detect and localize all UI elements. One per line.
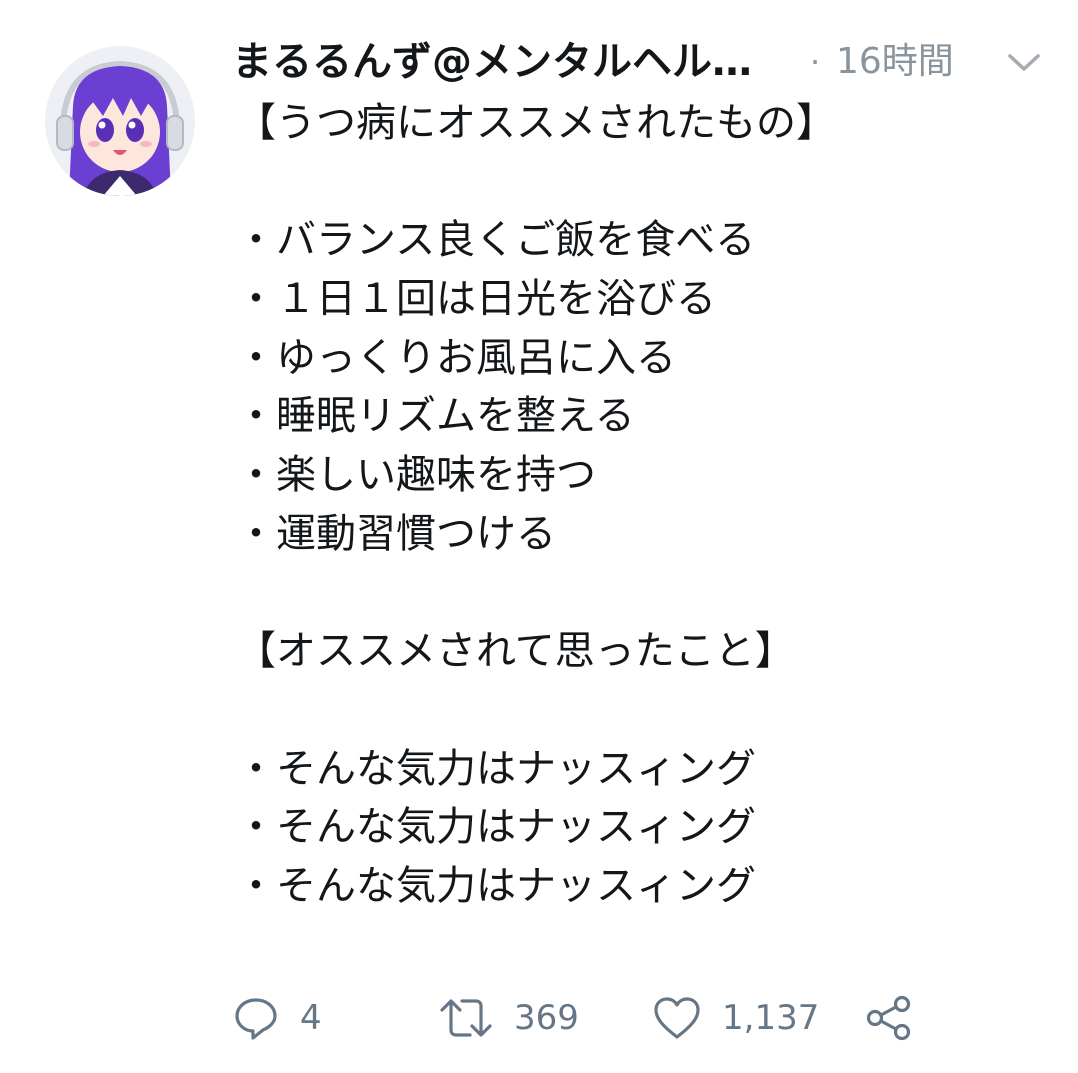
separator-dot: · [810, 43, 821, 81]
tweet-header: まるるんず@メンタルヘル… · 16時間 [232, 34, 1042, 90]
chevron-down-icon[interactable] [1004, 48, 1044, 76]
heart-icon [654, 997, 700, 1039]
reply-button[interactable]: 4 [232, 985, 322, 1051]
reply-icon [235, 998, 277, 1040]
tweet-line: 【オススメされて思ったこと】 [236, 628, 795, 675]
tweet-line: 【うつ病にオススメされたもの】 [236, 100, 836, 146]
like-button[interactable]: 1,137 [652, 985, 819, 1051]
tweet-line: ・睡眠リズムを整える [236, 393, 635, 440]
share-icon [866, 995, 911, 1041]
tweet-actions: 4 369 1,137 [0, 985, 1078, 1051]
retweet-icon [440, 999, 492, 1037]
retweet-count: 369 [514, 998, 579, 1038]
tweet-line: ・ゆっくりお風呂に入る [236, 334, 676, 381]
tweet-line: ・そんな気力はナッスィング [236, 862, 756, 909]
like-count: 1,137 [722, 998, 820, 1038]
tweet-line: ・１日１回は日光を浴びる [236, 276, 716, 323]
share-button[interactable] [864, 985, 914, 1051]
tweet-line: ・楽しい趣味を持つ [236, 452, 596, 499]
timestamp[interactable]: 16時間 [836, 34, 954, 90]
tweet-line: ・バランス良くご飯を食べる [236, 217, 756, 264]
tweet-text: 【うつ病にオススメされたもの】 ・バランス良くご飯を食べる ・１日１回は日光を浴… [236, 94, 1036, 916]
reply-count: 4 [300, 998, 322, 1038]
tweet-line: ・そんな気力はナッスィング [236, 804, 756, 851]
display-name[interactable]: まるるんず@メンタルヘル… [232, 34, 752, 90]
tweet-line: ・そんな気力はナッスィング [236, 745, 756, 792]
retweet-button[interactable]: 369 [438, 985, 579, 1051]
avatar-image [45, 46, 195, 196]
tweet-line: ・運動習慣つける [236, 510, 556, 557]
avatar[interactable] [45, 46, 195, 196]
